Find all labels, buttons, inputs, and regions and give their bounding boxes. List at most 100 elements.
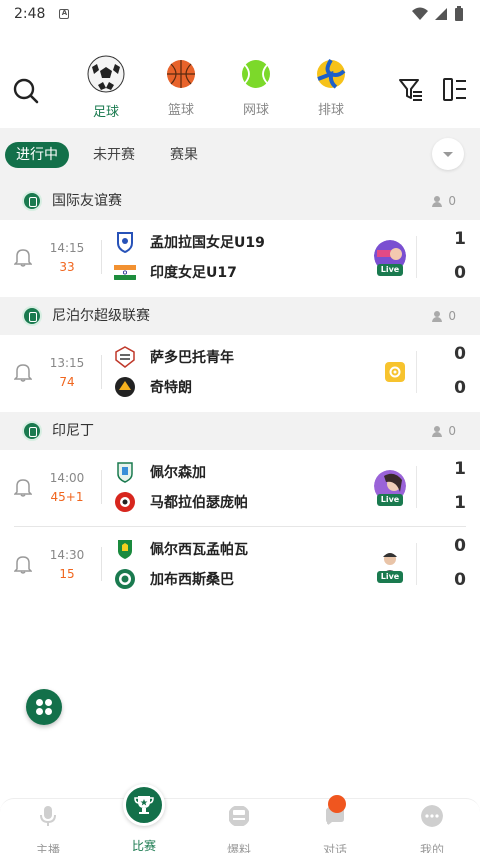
signal-icon (435, 8, 447, 20)
tennis-ball-icon (242, 60, 270, 88)
league-count-value: 0 (448, 424, 456, 438)
matches-nav-active-button[interactable] (123, 784, 165, 826)
away-team-name: 奇特朗 (150, 380, 192, 396)
nav-label: 我的 (419, 843, 444, 853)
home-score: 0 (454, 536, 466, 556)
expand-dropdown-button[interactable] (432, 138, 464, 170)
league-logo-icon (22, 306, 42, 326)
soccer-ball-icon (87, 55, 125, 93)
league-count-value: 0 (448, 194, 456, 208)
bell-icon[interactable] (14, 477, 32, 497)
status-time: 2:48 (14, 6, 46, 22)
match-row[interactable]: 13:15 74 萨多巴托青年 奇特朗 0 0 (0, 335, 480, 411)
nav-item-profile[interactable]: 我的 (402, 799, 462, 853)
sport-selector-bar: 足球 篮球 网球 排球 (0, 55, 480, 125)
sport-tab-volleyball[interactable]: 排球 (305, 58, 357, 118)
bell-icon[interactable] (14, 362, 32, 382)
person-icon (432, 310, 443, 322)
status-bar: 2:48 A (0, 0, 480, 28)
away-score: 0 (454, 570, 466, 590)
sport-tab-label: 篮球 (167, 103, 194, 118)
divider (101, 547, 102, 581)
home-score: 1 (454, 459, 466, 479)
home-team: 佩尔森加 (114, 460, 206, 484)
divider (101, 240, 102, 274)
microphone-icon (40, 806, 56, 826)
away-team-name: 马都拉伯瑟庞帕 (150, 495, 248, 511)
match-minute: 15 (59, 567, 75, 581)
person-icon (432, 195, 443, 207)
layout-panel-icon[interactable] (442, 77, 468, 103)
divider (416, 236, 417, 278)
league-logo-icon (22, 191, 42, 211)
volleyball-icon (317, 58, 346, 89)
home-score: 0 (454, 344, 466, 364)
away-team: 奇特朗 (114, 375, 192, 399)
team-crest-icon (115, 492, 135, 512)
team-crest-icon (115, 377, 135, 397)
home-team: 萨多巴托青年 (114, 345, 234, 369)
notification-dot (328, 795, 346, 813)
league-header[interactable]: 尼泊尔超级联赛 0 (0, 297, 480, 335)
tab-not-started[interactable]: 未开赛 (93, 142, 135, 168)
tab-in-progress[interactable]: 进行中 (5, 142, 69, 168)
away-team-name: 印度女足U17 (150, 265, 237, 281)
team-crest-icon (118, 540, 132, 559)
league-name: 尼泊尔超级联赛 (52, 308, 150, 324)
league-viewer-count: 0 (432, 182, 456, 220)
live-badge: Live (377, 494, 403, 506)
tab-results[interactable]: 赛果 (170, 142, 198, 168)
match-time: 14:30 (49, 548, 85, 562)
bottom-navigation: 主播 比赛 爆料 对话 我的 (0, 798, 480, 853)
sport-tab-tennis[interactable]: 网球 (230, 59, 282, 118)
away-team: 印度女足U17 (114, 260, 237, 284)
live-streamer[interactable]: Live (374, 547, 408, 583)
sport-tab-label: 网球 (242, 103, 269, 118)
away-score: 1 (454, 493, 466, 513)
divider (101, 470, 102, 504)
india-flag-icon (114, 265, 136, 280)
nav-label: 对话 (322, 843, 347, 853)
nav-label: 爆料 (226, 843, 251, 853)
nav-item-news[interactable]: 爆料 (209, 799, 269, 853)
bell-icon[interactable] (14, 554, 32, 574)
search-icon[interactable] (12, 77, 40, 105)
match-row[interactable]: 14:30 15 佩尔西瓦孟帕瓦 加布西斯桑巴 Live 0 0 (0, 527, 480, 603)
nav-label: 主播 (35, 843, 60, 853)
match-minute: 45+1 (50, 490, 84, 504)
grid-icon (36, 699, 52, 715)
nav-item-streamer[interactable]: 主播 (18, 799, 78, 853)
more-dots-icon (421, 805, 443, 827)
grid-menu-fab[interactable] (26, 689, 62, 725)
match-row[interactable]: 14:00 45+1 佩尔森加 马都拉伯瑟庞帕 Live 1 1 (0, 450, 480, 526)
live-streamer[interactable]: Live (374, 470, 408, 506)
away-team-name: 加布西斯桑巴 (150, 572, 234, 588)
match-time: 14:00 (49, 471, 85, 485)
away-team: 加布西斯桑巴 (114, 567, 234, 591)
league-viewer-count: 0 (432, 297, 456, 335)
live-streamer[interactable]: Live (374, 240, 408, 276)
battery-icon (455, 6, 463, 21)
away-team: 马都拉伯瑟庞帕 (114, 490, 248, 514)
team-crest-icon (117, 232, 133, 253)
league-logo-icon (22, 421, 42, 441)
sport-tab-basketball[interactable]: 篮球 (155, 59, 207, 118)
sport-tab-label: 足球 (92, 105, 119, 120)
animation-button[interactable] (374, 355, 408, 389)
match-minute: 33 (59, 260, 75, 274)
bell-icon[interactable] (14, 247, 32, 267)
trophy-icon (134, 796, 154, 814)
home-team-name: 佩尔西瓦孟帕瓦 (150, 542, 248, 558)
match-row[interactable]: 14:15 33 孟加拉国女足U19 印度女足U17 Live 1 0 (0, 220, 480, 296)
divider (416, 466, 417, 508)
news-icon (229, 806, 249, 826)
filter-icon[interactable] (398, 77, 424, 103)
home-team-name: 佩尔森加 (150, 465, 206, 481)
league-header[interactable]: 印尼丁 0 (0, 412, 480, 450)
away-score: 0 (454, 378, 466, 398)
match-time: 13:15 (49, 356, 85, 370)
match-minute: 74 (59, 375, 75, 389)
league-name: 国际友谊赛 (52, 193, 122, 209)
league-header[interactable]: 国际友谊赛 0 (0, 182, 480, 220)
sport-tab-soccer[interactable]: 足球 (80, 55, 132, 120)
